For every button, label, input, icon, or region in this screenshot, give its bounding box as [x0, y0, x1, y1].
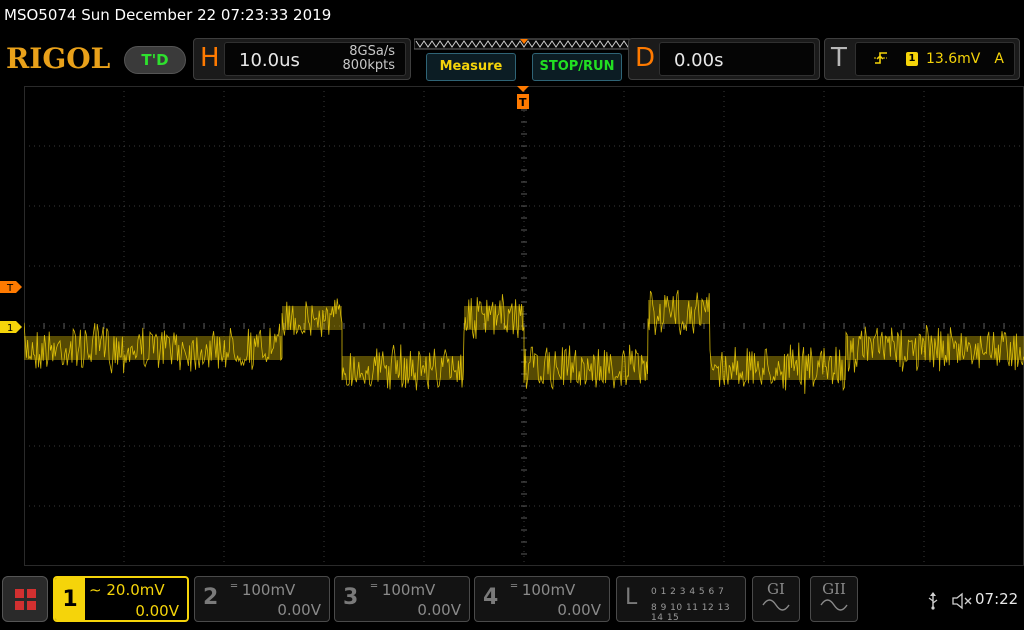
generator-1-button[interactable]: GI [752, 576, 800, 622]
rigol-logo: RIGOL [6, 42, 111, 75]
logic-analyzer-panel[interactable]: L 0 1 2 3 4 5 6 7 8 9 10 11 12 13 14 15 [616, 576, 746, 623]
delay-panel[interactable]: D 0.00s [628, 38, 820, 80]
trigger-level-marker[interactable]: T [0, 281, 22, 293]
channel-1-trace-band [846, 336, 1024, 360]
trigger-level: 13.6mV [926, 51, 981, 67]
channel-2-panel[interactable]: 2 ═ 100mV 0.00V [194, 576, 330, 622]
trigger-position-marker-label: T [519, 96, 527, 109]
channel-1-trace-band [464, 306, 524, 330]
trigger-panel[interactable]: T 1 13.6mV A [824, 38, 1020, 80]
channel-4-offset: 0.00V [557, 601, 601, 619]
channel-2-number: 2 [203, 585, 219, 610]
channel-1-trace-band [710, 356, 846, 380]
sample-rate: 8GSa/s [349, 44, 395, 59]
channel-1-scale: ∼ 20.0mV [89, 581, 165, 599]
logic-channels-row2: 8 9 10 11 12 13 14 15 [651, 603, 731, 623]
channel-1-trace-band [524, 356, 648, 380]
channel1-offset-marker-label: 1 [7, 323, 13, 333]
generator-2-button[interactable]: GII [810, 576, 858, 622]
main-menu-button[interactable] [2, 576, 48, 622]
horizontal-panel[interactable]: H 10.0us 8GSa/s 800kpts [193, 38, 411, 80]
channel-3-panel[interactable]: 3 ═ 100mV 0.00V [334, 576, 470, 622]
channel-1-panel[interactable]: 1 ∼ 20.0mV 0.00V [53, 576, 189, 622]
channel-1-trace-band [24, 336, 282, 360]
logic-channels-row1: 0 1 2 3 4 5 6 7 [651, 587, 725, 597]
sine-wave-icon [762, 599, 790, 611]
horizontal-label: H [200, 43, 220, 73]
measure-button[interactable]: Measure [426, 53, 516, 81]
channel-4-scale: ═ 100mV [511, 581, 576, 599]
horizontal-display: 10.0us 8GSa/s 800kpts [224, 42, 406, 76]
td-button[interactable]: T'D [124, 46, 186, 74]
dc-coupling-icon: ═ [371, 581, 378, 592]
delay-label: D [635, 43, 656, 73]
channel-1-offset: 0.00V [135, 602, 179, 620]
graticule [24, 86, 1024, 566]
trigger-position-marker[interactable]: T [516, 86, 530, 110]
channel-3-number: 3 [343, 585, 359, 610]
logic-label: L [625, 585, 638, 610]
channel-3-scale: ═ 100mV [371, 581, 436, 599]
rising-edge-icon [874, 52, 887, 64]
trigger-display: 1 13.6mV A [855, 42, 1015, 76]
channel-2-offset: 0.00V [277, 601, 321, 619]
grid-menu-icon [15, 589, 36, 610]
channel-4-panel[interactable]: 4 ═ 100mV 0.00V [474, 576, 610, 622]
usb-icon[interactable] [926, 591, 940, 610]
trigger-level-marker-label: T [6, 283, 14, 293]
channel-1-number: 1 [55, 578, 85, 620]
generator-1-label: GI [767, 580, 785, 598]
channel-1-trace-band [342, 356, 464, 380]
channel-2-scale: ═ 100mV [231, 581, 296, 599]
title-bar: MSO5074 Sun December 22 07:23:33 2019 [4, 6, 332, 24]
channel-4-number: 4 [483, 585, 499, 610]
timebase-value: 10.0us [239, 50, 300, 71]
memory-overview-bar [414, 38, 634, 50]
clock: 07:22 [975, 590, 1019, 608]
trigger-mode: A [994, 51, 1004, 67]
waveform-display[interactable] [24, 86, 1024, 566]
dc-coupling-icon: ═ [511, 581, 518, 592]
ac-coupling-icon: ∼ [89, 581, 102, 599]
trigger-source-badge: 1 [906, 52, 918, 66]
generator-2-label: GII [822, 580, 846, 598]
acquisition-info: 8GSa/s 800kpts [343, 45, 395, 73]
trigger-label: T [831, 43, 847, 73]
stop-run-button[interactable]: STOP/RUN [532, 53, 622, 81]
delay-display: 0.00s [659, 42, 815, 76]
channel1-offset-marker[interactable]: 1 [0, 321, 22, 333]
status-icons [926, 590, 973, 610]
speaker-muted-icon[interactable] [951, 592, 973, 610]
channel-1-trace-band [282, 306, 342, 330]
sine-wave-icon [820, 599, 848, 611]
delay-value: 0.00s [674, 50, 724, 71]
memory-depth: 800kpts [342, 58, 395, 73]
channel-3-offset: 0.00V [417, 601, 461, 619]
dc-coupling-icon: ═ [231, 581, 238, 592]
channel-1-trace-band [648, 300, 710, 324]
